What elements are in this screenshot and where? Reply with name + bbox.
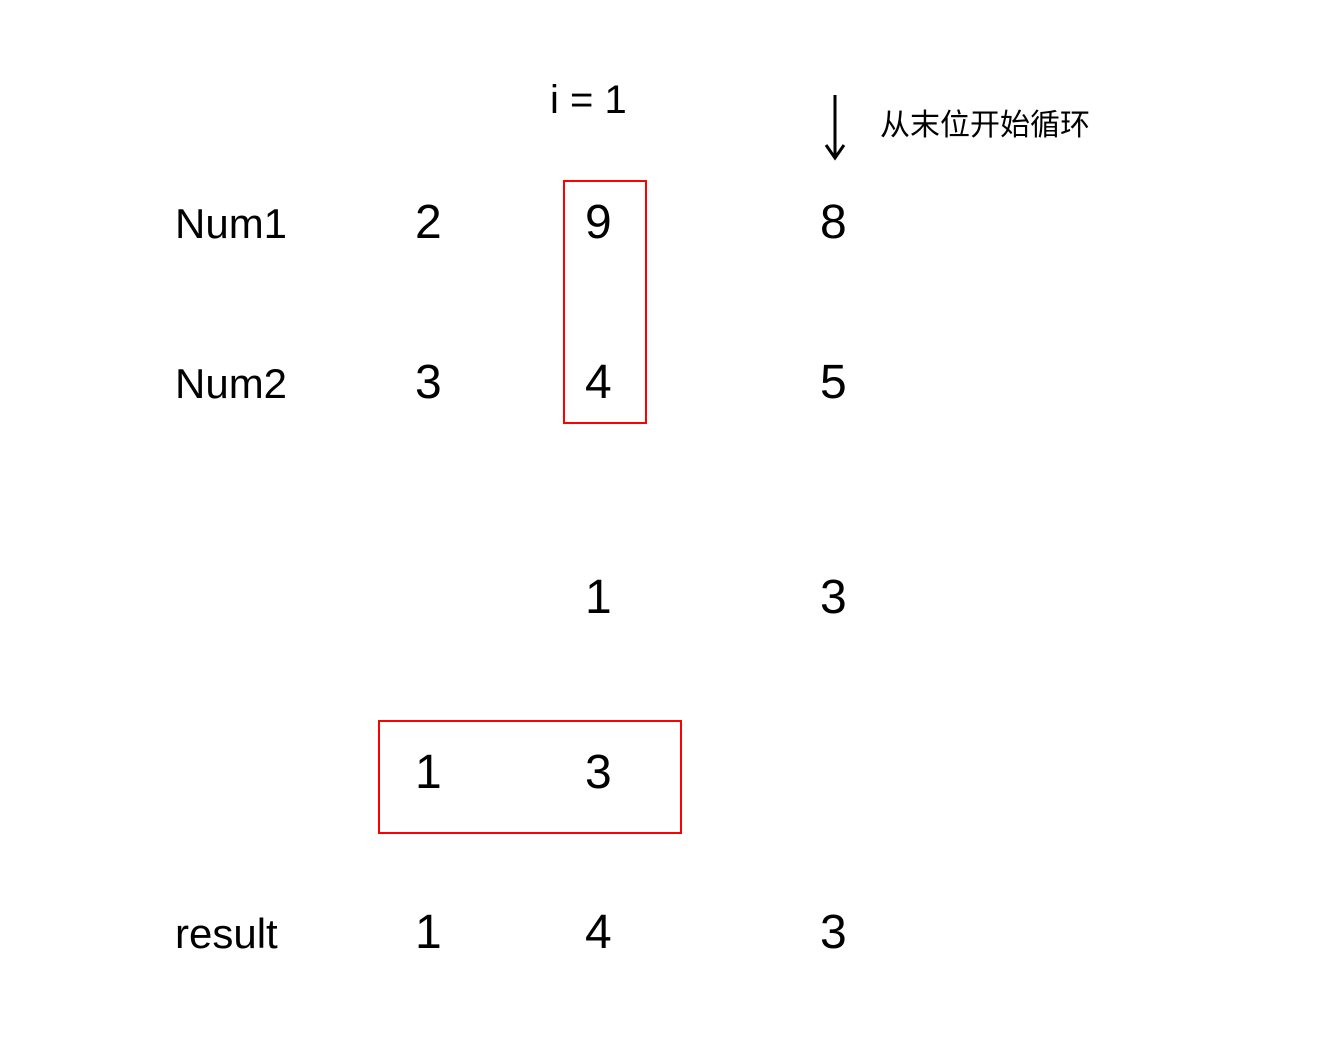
index-label: i = 1 bbox=[550, 78, 627, 123]
highlight-box-column bbox=[563, 180, 647, 424]
result-digit-1: 4 bbox=[585, 905, 612, 960]
partial1-digit-2: 3 bbox=[820, 570, 847, 625]
num2-digit-2: 5 bbox=[820, 355, 847, 410]
arrow-annotation: 从末位开始循环 bbox=[880, 100, 1090, 144]
result-label: result bbox=[175, 910, 278, 958]
num2-label: Num2 bbox=[175, 360, 287, 408]
num1-label: Num1 bbox=[175, 200, 287, 248]
num2-digit-0: 3 bbox=[415, 355, 442, 410]
result-digit-2: 3 bbox=[820, 905, 847, 960]
num1-digit-2: 8 bbox=[820, 195, 847, 250]
result-digit-0: 1 bbox=[415, 905, 442, 960]
num1-digit-0: 2 bbox=[415, 195, 442, 250]
arrow-down-icon bbox=[820, 90, 850, 170]
highlight-box-partial bbox=[378, 720, 682, 834]
partial1-digit-1: 1 bbox=[585, 570, 612, 625]
diagram-container: i = 1 从末位开始循环 Num1 2 9 8 Num2 3 4 5 1 3 … bbox=[0, 0, 1326, 1046]
